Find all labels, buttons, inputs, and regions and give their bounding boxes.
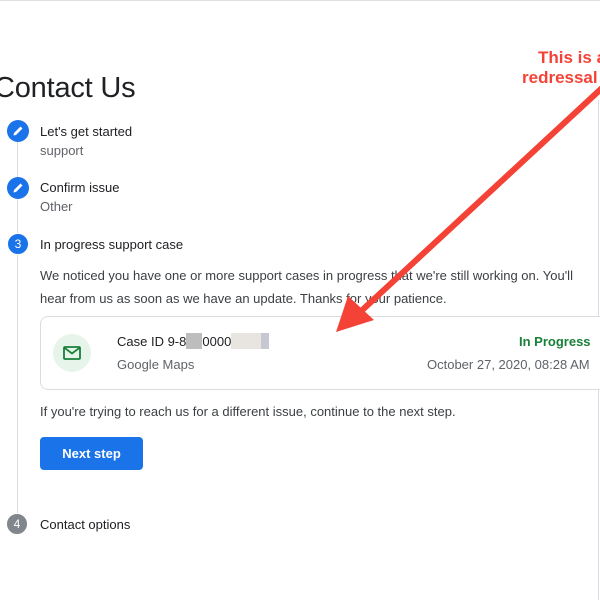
case-id-prefix: Case ID 9-8 [117,334,187,349]
pencil-icon [13,183,23,193]
step-4-number: 4 [6,513,28,535]
page-title: Contact Us [0,72,136,104]
step-1-edit-button[interactable] [7,120,29,142]
top-divider [0,0,600,1]
annotation-line-2: redressal [522,68,598,87]
mail-icon-badge [53,334,91,372]
case-status-badge: In Progress [519,334,591,349]
step-2-subtitle: Other [40,199,73,214]
annotation-callout: This is a redressal [522,48,600,88]
step-2-edit-button[interactable] [7,177,29,199]
redacted-block [186,333,203,349]
step-1-subtitle: support [40,143,84,158]
case-id: Case ID 9-8 0000 [117,333,270,349]
step-1-title: Let's get started [40,124,133,139]
redacted-block [231,333,262,349]
case-product: Google Maps [117,357,195,372]
next-step-button[interactable]: Next step [40,437,143,470]
case-in-progress-message: We noticed you have one or more support … [40,268,573,306]
mail-icon [63,346,81,360]
redacted-block [261,333,270,349]
step-2-title: Confirm issue [40,180,120,195]
step-3-number: 3 [7,233,29,255]
pencil-icon [13,126,23,136]
step-3-title: In progress support case [40,237,184,252]
step-4-title[interactable]: Contact options [40,517,130,532]
case-date: October 27, 2020, 08:28 AM [427,357,590,372]
case-id-middle: 0000 [202,334,232,349]
next-step-hint: If you're trying to reach us for a diffe… [40,404,456,419]
annotation-line-1: This is a [538,48,600,67]
support-case-card[interactable]: Case ID 9-8 0000 Google Maps In Progress … [40,316,600,390]
